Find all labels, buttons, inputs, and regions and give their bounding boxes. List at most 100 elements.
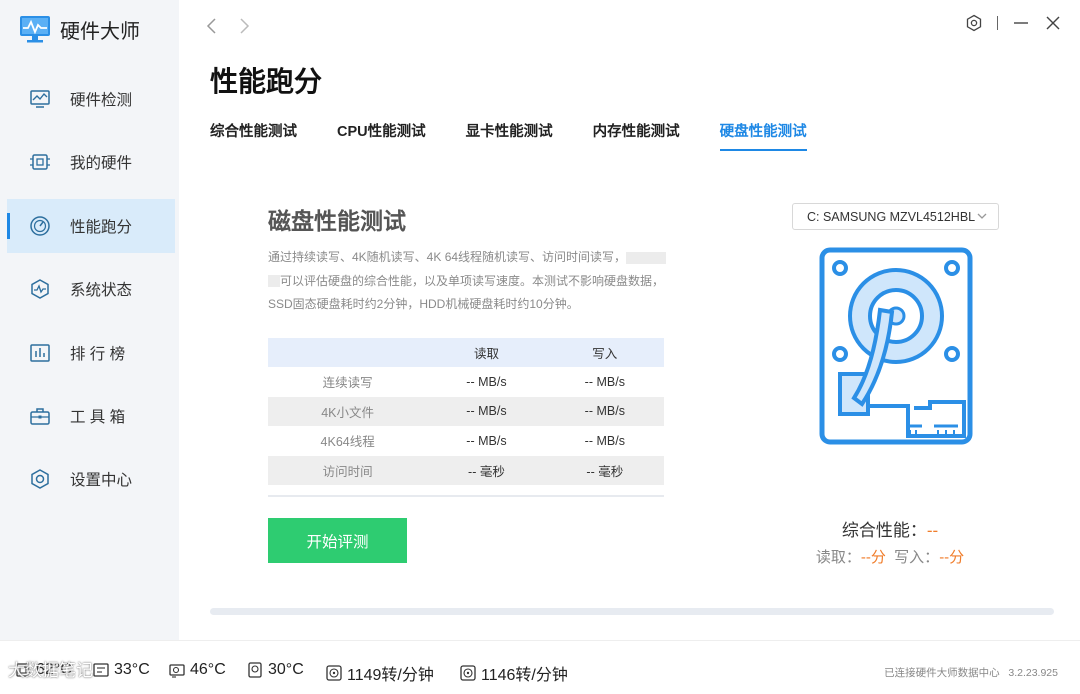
gear-icon[interactable] (965, 14, 983, 32)
close-icon[interactable] (1044, 14, 1062, 32)
settings-icon (31, 469, 49, 490)
redacted-block (268, 275, 280, 288)
disk-temp-stat: 30°C (246, 661, 304, 679)
write-value: -- MB/s (545, 396, 664, 427)
page-title: 性能跑分 (210, 66, 323, 97)
chip-icon (30, 154, 50, 171)
description-line-1: 通过持续读写、4K随机读写、4K 64线程随机读写、访问时间读写， (268, 250, 627, 264)
write-value: -- MB/s (584, 433, 625, 448)
app-name: 硬件大师 (60, 20, 140, 43)
row-label: 连续读写 (322, 376, 373, 391)
sidebar-item-label: 设置中心 (70, 472, 133, 490)
sidebar-item-label: 性能跑分 (70, 218, 133, 236)
fan2-value: 1146转/分钟 (481, 667, 568, 684)
description-line-3: SSD固态硬盘耗时约2分钟，HDD机械硬盘耗时约10分钟。 (268, 297, 579, 311)
fan-icon (460, 665, 476, 681)
panel-title: 磁盘性能测试 (268, 208, 406, 234)
table-divider (268, 495, 664, 497)
disk-temp-value: 30°C (268, 661, 304, 678)
overall-score-value: -- (926, 521, 939, 540)
sidebar-item-hardware-detect[interactable]: 硬件检测 (7, 72, 175, 126)
sidebar: 硬件大师 硬件检测 我的硬件 性能跑分 系统状态 排 行 榜 工 具 箱 设置中… (0, 0, 179, 640)
hard-disk-icon (819, 247, 973, 445)
row-label: 访问时间 (268, 455, 428, 486)
watermark: 大数据笔记 (8, 661, 93, 680)
heartbeat-icon (31, 279, 49, 300)
toolbox-icon (30, 408, 50, 425)
read-value: -- 毫秒 (427, 455, 546, 486)
speedometer-icon (30, 216, 50, 236)
read-value: -- MB/s (466, 433, 507, 448)
start-benchmark-button[interactable]: 开始评测 (268, 518, 407, 563)
sidebar-item-label: 工 具 箱 (70, 408, 126, 426)
minimize-icon[interactable] (1012, 14, 1030, 32)
status-bar: 62°C 33°C 46°C 30°C 1149转/分钟 1146转/分钟 已连… (0, 640, 1080, 694)
description-line-2: 可以评估硬盘的综合性能，以及单项读写速度。本测试不影响硬盘数据， (280, 273, 665, 288)
sidebar-item-toolbox[interactable]: 工 具 箱 (7, 389, 175, 443)
gpu-temp-stat: 46°C (168, 661, 226, 679)
mainboard-temp-stat: 33°C (92, 661, 150, 679)
table-header-write: 写入 (545, 338, 664, 367)
read-score-label: 读取： (815, 549, 861, 566)
back-arrow-icon[interactable] (202, 15, 222, 37)
gpu-temp-value: 46°C (190, 661, 226, 678)
connection-status: 已连接硬件大师数据中心 3.2.23.925 (884, 665, 1058, 680)
redacted-block (626, 251, 667, 264)
gpu-icon (169, 664, 185, 678)
table-header-cell (268, 338, 428, 367)
sidebar-item-settings[interactable]: 设置中心 (7, 452, 175, 506)
sidebar-item-label: 我的硬件 (70, 155, 133, 173)
table-row: 4K小文件 -- MB/s -- MB/s (268, 396, 664, 427)
sidebar-nav: 硬件检测 我的硬件 性能跑分 系统状态 排 行 榜 工 具 箱 设置中心 (0, 72, 179, 516)
tab-overall[interactable]: 综合性能测试 (210, 120, 297, 151)
sidebar-item-ranking[interactable]: 排 行 榜 (7, 326, 175, 380)
panel-description: 通过持续读写、4K随机读写、4K 64线程随机读写、访问时间读写， 可以评估硬盘… (268, 246, 668, 317)
drive-select-value: C: SAMSUNG MZVL4512HBL (807, 209, 976, 224)
table-row: 连续读写 -- MB/s -- MB/s (268, 367, 664, 397)
divider (997, 16, 998, 30)
window-controls (965, 14, 1062, 32)
app-logo: 硬件大师 (18, 14, 140, 44)
sidebar-item-system-status[interactable]: 系统状态 (7, 262, 175, 316)
tab-gpu[interactable]: 显卡性能测试 (466, 120, 553, 151)
read-score-value: --分 (860, 549, 886, 566)
read-value: -- MB/s (427, 396, 546, 427)
fan1-value: 1149转/分钟 (347, 667, 434, 684)
overall-score-label: 综合性能： (841, 521, 927, 540)
table-row: 4K64线程 -- MB/s -- MB/s (268, 426, 664, 456)
read-value: -- MB/s (466, 374, 507, 389)
chevron-down-icon (977, 213, 987, 219)
sidebar-item-benchmark[interactable]: 性能跑分 (7, 198, 175, 253)
overall-score: 综合性能：-- (780, 516, 1000, 541)
table-header-row: 读取 写入 (268, 338, 664, 367)
sidebar-item-label: 排 行 榜 (70, 345, 126, 363)
sidebar-item-label: 系统状态 (70, 282, 133, 300)
fan2-stat: 1146转/分钟 (459, 661, 568, 685)
write-score-value: --分 (939, 549, 965, 566)
table-row: 访问时间 -- 毫秒 -- 毫秒 (268, 455, 664, 486)
mainboard-temp-value: 33°C (114, 661, 150, 678)
row-label: 4K小文件 (268, 396, 428, 427)
tab-memory[interactable]: 内存性能测试 (593, 120, 680, 151)
sidebar-item-my-hardware[interactable]: 我的硬件 (7, 135, 175, 189)
tab-cpu[interactable]: CPU性能测试 (337, 120, 426, 151)
mainboard-icon (93, 663, 109, 677)
tab-disk[interactable]: 硬盘性能测试 (719, 120, 807, 151)
bar-chart-icon (30, 343, 50, 362)
version-text: 3.2.23.925 (1008, 667, 1058, 679)
benchmark-progress-bar (210, 608, 1054, 615)
monitor-chart-icon (30, 90, 50, 108)
fan1-stat: 1149转/分钟 (325, 661, 434, 685)
write-score-label: 写入： (894, 549, 940, 566)
sidebar-item-label: 硬件检测 (70, 92, 133, 109)
write-value: -- 毫秒 (545, 455, 664, 486)
logo-monitor-icon (20, 16, 50, 43)
write-value: -- MB/s (584, 374, 625, 389)
benchmark-tabs: 综合性能测试 CPU性能测试 显卡性能测试 内存性能测试 硬盘性能测试 (210, 120, 847, 151)
results-table: 读取 写入 连续读写 -- MB/s -- MB/s 4K小文件 -- MB/s… (268, 338, 664, 486)
forward-arrow-icon[interactable] (234, 15, 254, 37)
drive-select[interactable]: C: SAMSUNG MZVL4512HBL (792, 203, 999, 230)
disk-icon (248, 662, 262, 678)
row-label: 4K64线程 (320, 435, 375, 450)
fan-icon (326, 665, 342, 681)
